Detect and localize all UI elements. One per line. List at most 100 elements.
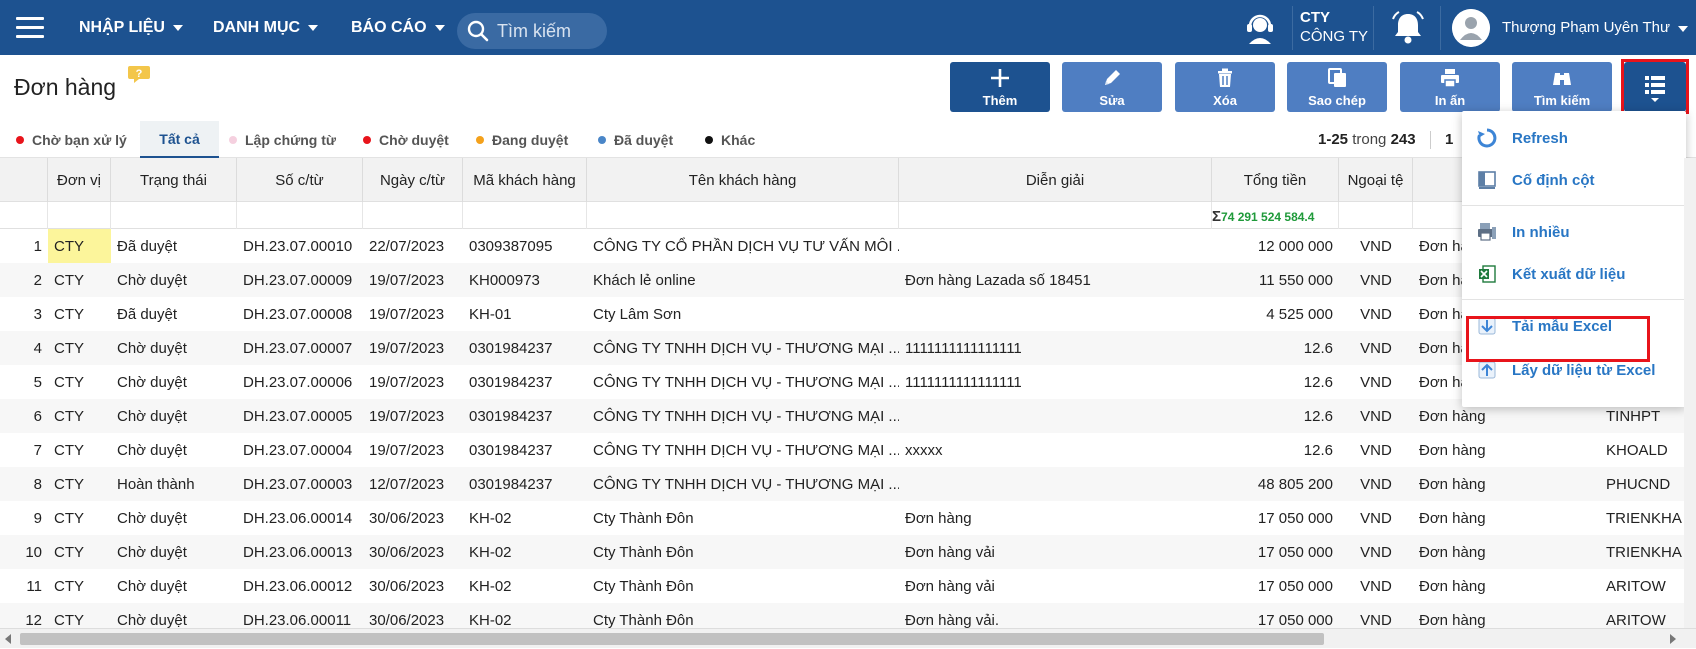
column-header[interactable]: Mã khách hàng [463,158,587,202]
search-input[interactable] [497,20,597,42]
table-row[interactable]: 6 CTY Chờ duyệt DH.23.07.00005 19/07/2023 030… [0,399,1696,433]
table-row[interactable]: 7 CTY Chờ duyệt DH.23.07.00004 19/07/2023 030… [0,433,1696,467]
help-icon[interactable]: ? [127,64,151,84]
avatar-icon[interactable] [1452,9,1490,47]
cell-total: 48 805 200 [1257,475,1333,493]
plus-icon [991,69,1009,87]
column-header[interactable]: Đơn vị [48,158,111,202]
cell-cust-name: Cty Thành Đôn [593,577,694,595]
page-number[interactable]: 1 [1445,131,1453,148]
pagination-info: 1-25 trong 243 1 [1318,131,1453,150]
print-button[interactable]: In ấn [1400,62,1500,112]
find-button-label: Tìm kiếm [1533,93,1591,108]
menu-item-label: Cố định cột [1512,171,1595,189]
cell-cur: VND [1360,509,1392,527]
more-actions-highlight [1621,59,1689,114]
table-row[interactable]: 9 CTY Chờ duyệt DH.23.06.00014 30/06/2023 KH-… [0,501,1696,535]
menu-nhap-lieu[interactable]: NHẬP LIỆU [79,0,183,55]
column-header[interactable]: Trạng thái [111,158,237,202]
summary-cell [1339,202,1413,229]
table-row[interactable]: 10 CTY Chờ duyệt DH.23.06.00013 30/06/2023 KH… [0,535,1696,569]
tab-da-duyet[interactable]: Đã duyệt [598,121,673,158]
cell-cur: VND [1360,543,1392,561]
cell-unit: CTY [54,271,84,289]
column-header[interactable]: Số c/từ [237,158,363,202]
cell-cust-name: Cty Thành Đôn [593,543,694,561]
delete-button-label: Xóa [1213,93,1237,108]
table-row[interactable]: 5 CTY Chờ duyệt DH.23.07.00006 19/07/2023 030… [0,365,1696,399]
cell-unit: CTY [48,229,111,263]
copy-button[interactable]: Sao chép [1287,62,1387,112]
table-row[interactable]: 8 CTY Hoàn thành DH.23.07.00003 12/07/2023 03… [0,467,1696,501]
table-row[interactable]: 2 CTY Chờ duyệt DH.23.07.00009 19/07/2023 KH0… [0,263,1696,297]
cell-desc: Đơn hàng Lazada số 18451 [905,271,1091,289]
tab-dang-duyet[interactable]: Đang duyệt [476,121,568,158]
tab-tat-ca[interactable]: Tất cả [140,121,219,158]
find-button[interactable]: Tìm kiếm [1512,62,1612,112]
table-row[interactable]: 4 CTY Chờ duyệt DH.23.07.00007 19/07/2023 030… [0,331,1696,365]
cell-desc: 1111111111111111 [905,339,1022,357]
cell-user: ARITOW [1606,577,1666,595]
cell-doc: DH.23.07.00006 [243,373,353,391]
menu-bao-cao[interactable]: BÁO CÁO [351,0,445,55]
cell-status: Hoàn thành [117,475,195,493]
column-header[interactable]: Diễn giải [899,158,1212,202]
scrollbar-thumb[interactable] [20,633,1324,645]
tab-cho-ban-xu-ly[interactable]: Chờ bạn xử lý [16,121,127,158]
horizontal-scrollbar[interactable] [0,628,1696,648]
cell-cust-code: 0309387095 [469,237,553,255]
hamburger-icon[interactable] [16,17,44,39]
cell-cust-code: 0301984237 [469,339,553,357]
summary-cell [363,202,463,229]
cell-doc: DH.23.07.00008 [243,305,353,323]
edit-button[interactable]: Sửa [1062,62,1162,112]
summary-cell [237,202,363,229]
chevron-down-icon [434,24,445,31]
bell-icon[interactable] [1390,11,1426,45]
scroll-left-arrow-icon[interactable] [5,634,11,644]
cell-cur: VND [1360,339,1392,357]
cell-no: 1 [33,237,42,255]
add-button[interactable]: Thêm [950,62,1050,112]
status-dot [705,135,713,144]
column-header[interactable]: Tổng tiền [1212,158,1339,202]
column-header[interactable]: Ngoại tệ [1339,158,1413,202]
cell-no: 11 [26,577,42,595]
cell-doc: DH.23.07.00007 [243,339,353,357]
cell-unit: CTY [54,373,84,391]
table-row[interactable]: 11 CTY Chờ duyệt DH.23.06.00012 30/06/2023 KH… [0,569,1696,603]
table-row[interactable]: 1 CTY Đã duyệt DH.23.07.00010 22/07/2023 0309… [0,229,1696,263]
cell-desc [899,229,1212,263]
menu-item-export[interactable]: Kết xuất dữ liệu [1462,253,1686,295]
chevron-down-icon [1678,26,1689,32]
delete-button[interactable]: Xóa [1175,62,1275,112]
cell-total: 12.6 [1303,441,1333,459]
column-header[interactable]: Tên khách hàng [587,158,899,202]
user-menu[interactable]: Thượng Phạm Uyên Thư [1502,19,1689,36]
cell-status: Chờ duyệt [117,271,187,289]
cell-doc: DH.23.06.00014 [243,509,353,527]
cell-desc: Đơn hàng vải [905,577,995,595]
search-box[interactable] [457,13,607,49]
cell-no: 9 [33,509,42,527]
scroll-right-arrow-icon[interactable] [1670,634,1676,644]
menu-item-refresh[interactable]: Refresh [1462,117,1686,159]
cell-cust-name: CÔNG TY TNHH DỊCH VỤ - THƯƠNG MẠI ... [593,407,899,425]
company-selector[interactable]: CTY CÔNG TY [1300,8,1368,46]
cell-user: KHOALD [1606,441,1668,459]
menu-item-print-many[interactable]: In nhiều [1462,211,1686,253]
menu-danh-muc[interactable]: DANH MỤC [213,0,319,55]
table-row[interactable]: 3 CTY Đã duyệt DH.23.07.00008 19/07/2023 KH-0… [0,297,1696,331]
column-header[interactable]: Ngày c/từ [363,158,463,202]
tab-lap-chung-tu[interactable]: Lập chứng từ [229,121,336,158]
copy-button-label: Sao chép [1308,93,1366,108]
headset-icon[interactable] [1242,10,1278,46]
cell-unit: CTY [54,577,84,595]
menu-item-freeze-columns[interactable]: Cố định cột [1462,159,1686,201]
cell-total: 11 550 000 [1259,271,1333,289]
tab-khac[interactable]: Khác [705,121,755,158]
table-header: Đơn vị Trạng thái Số c/từ Ngày c/từ Mã k… [0,158,1696,202]
tab-cho-duyet[interactable]: Chờ duyệt [363,121,449,158]
vertical-scrollbar[interactable] [1684,158,1696,628]
cell-no: 10 [25,543,42,561]
